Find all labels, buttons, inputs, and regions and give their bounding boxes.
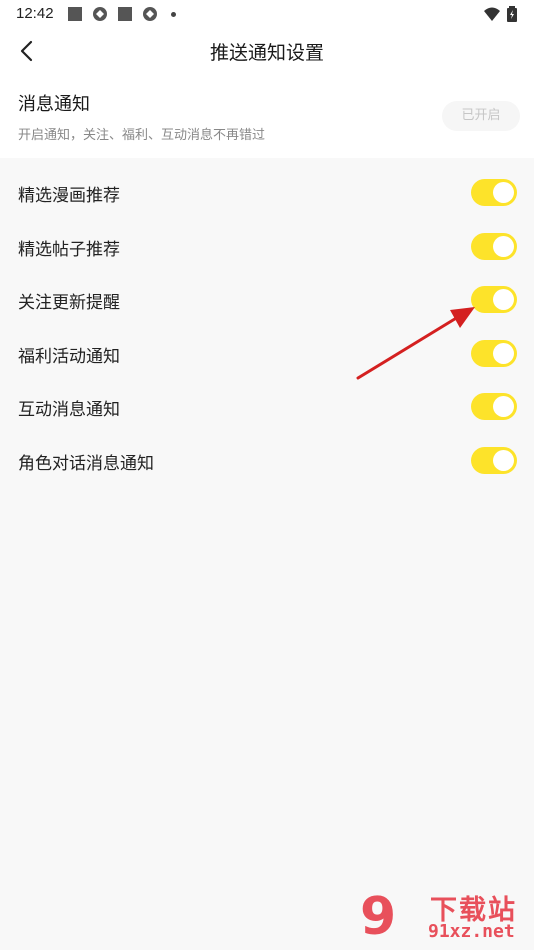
battery-charging-icon bbox=[507, 6, 517, 22]
toggle-switch[interactable] bbox=[471, 179, 517, 206]
status-time: 12:42 bbox=[16, 5, 54, 22]
setting-row-post-recommend: 精选帖子推荐 bbox=[0, 220, 534, 274]
cloud-sync-icon bbox=[93, 7, 107, 21]
setting-label: 互动消息通知 bbox=[18, 400, 120, 421]
message-notification-description: 开启通知，关注、福利、互动消息不再错过 bbox=[18, 128, 266, 143]
toggle-knob bbox=[493, 449, 514, 471]
dot-icon bbox=[171, 12, 176, 17]
setting-label: 角色对话消息通知 bbox=[18, 453, 154, 474]
setting-row-comic-recommend: 精选漫画推荐 bbox=[0, 166, 534, 220]
square-icon bbox=[118, 7, 132, 21]
toggle-knob bbox=[493, 342, 514, 364]
setting-label: 福利活动通知 bbox=[18, 346, 120, 367]
cloud-sync-icon bbox=[143, 7, 157, 21]
toggle-knob bbox=[493, 235, 514, 257]
watermark: 9 下载站 91xz.net bbox=[360, 888, 530, 946]
toggle-switch[interactable] bbox=[471, 446, 517, 474]
toggle-knob bbox=[493, 396, 514, 418]
toggle-switch[interactable] bbox=[471, 393, 517, 421]
setting-label: 精选漫画推荐 bbox=[18, 186, 120, 206]
status-bar: 12:42 bbox=[0, 0, 534, 28]
toggle-knob bbox=[493, 289, 514, 311]
nav-bar: 推送通知设置 bbox=[0, 28, 534, 76]
page-title: 推送通知设置 bbox=[209, 42, 324, 64]
setting-label: 关注更新提醒 bbox=[18, 293, 120, 314]
wifi-icon bbox=[484, 7, 500, 21]
watermark-logo: 9 bbox=[360, 887, 397, 947]
setting-label: 精选帖子推荐 bbox=[18, 239, 120, 260]
message-notification-title: 消息通知 bbox=[18, 94, 90, 115]
watermark-url: 91xz.net bbox=[428, 921, 515, 942]
setting-row-character-chat: 角色对话消息通知 bbox=[0, 434, 534, 488]
toggle-knob bbox=[493, 182, 514, 203]
toggle-switch[interactable] bbox=[471, 232, 517, 260]
annotation-arrow-icon bbox=[356, 307, 475, 380]
notification-status-button[interactable]: 已开启 bbox=[442, 101, 520, 131]
square-icon bbox=[68, 7, 82, 21]
message-notification-section: 消息通知 开启通知，关注、福利、互动消息不再错过 已开启 bbox=[0, 76, 534, 158]
